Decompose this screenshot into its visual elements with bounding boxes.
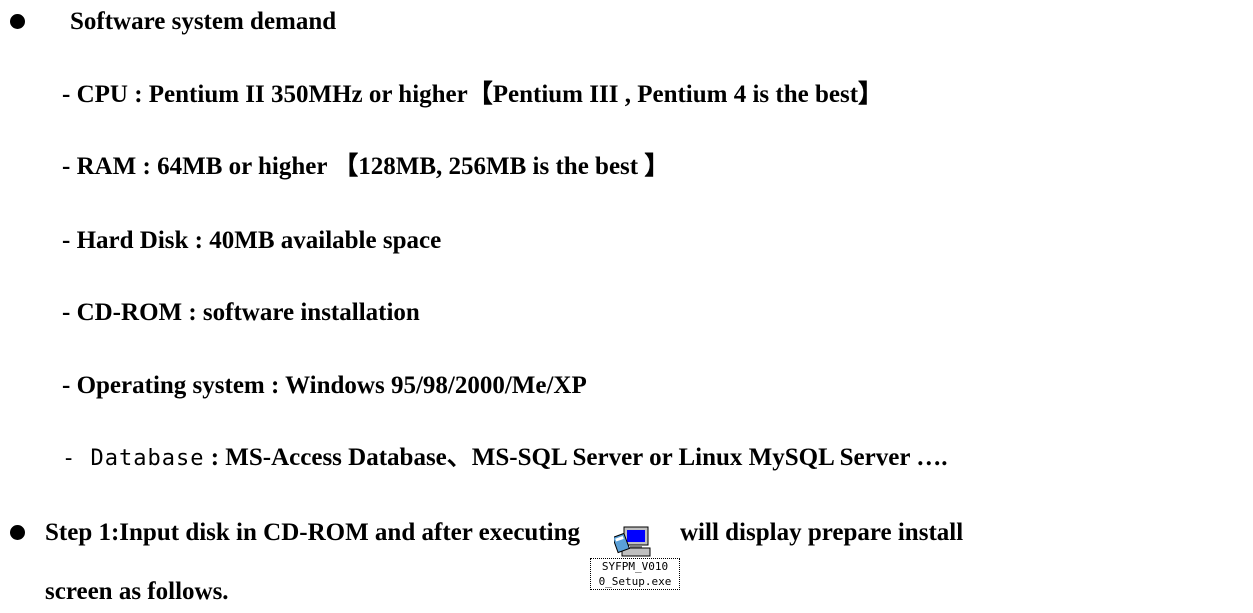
list-item-cpu: - CPU : Pentium II 350MHz or higher【Pent… bbox=[62, 81, 884, 108]
database-label: - Database bbox=[62, 446, 205, 471]
section-heading: Software system demand bbox=[70, 8, 337, 35]
step-1-text-a: Step 1:Input disk in CD-ROM and after ex… bbox=[45, 519, 580, 546]
list-item-ram: - RAM : 64MB or higher 【128MB, 256MB is … bbox=[62, 153, 670, 180]
database-value: : MS-Access Database、MS-SQL Server or Li… bbox=[204, 444, 948, 471]
step-1-text-b: will display prepare install bbox=[680, 519, 964, 546]
installer-caption: SYFPM_V010 0_Setup.exe bbox=[590, 558, 680, 590]
installer-icon[interactable]: SYFPM_V010 0_Setup.exe bbox=[590, 525, 680, 591]
caption-line-2: 0_Setup.exe bbox=[598, 575, 672, 588]
caption-line-1: SYFPM_V010 bbox=[601, 560, 669, 573]
list-item-os: - Operating system : Windows 95/98/2000/… bbox=[62, 372, 587, 399]
computer-icon bbox=[614, 526, 651, 557]
step-1-text-c: screen as follows. bbox=[45, 578, 229, 605]
bullet-icon bbox=[10, 14, 25, 29]
list-item-hard-disk: - Hard Disk : 40MB available space bbox=[62, 227, 442, 254]
bullet-icon bbox=[10, 525, 25, 540]
list-item-database: - Database : MS-Access Database、MS-SQL S… bbox=[62, 443, 947, 474]
list-item-cd-rom: - CD-ROM : software installation bbox=[62, 299, 420, 326]
